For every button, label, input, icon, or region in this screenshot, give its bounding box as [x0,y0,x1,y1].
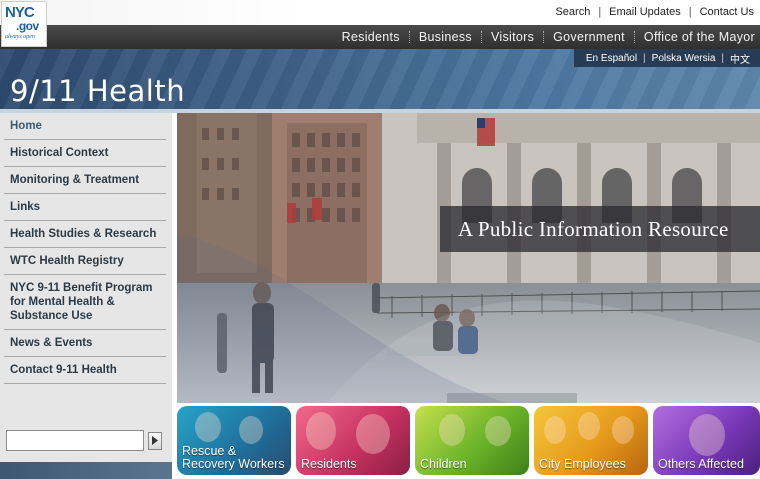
search-input[interactable] [6,430,144,451]
email-updates-link[interactable]: Email Updates [609,6,681,18]
search-go-button[interactable] [148,431,162,450]
sidebar-footer-bar [0,462,172,479]
nav-residents[interactable]: Residents [342,30,400,44]
hero-street-scene [177,113,760,403]
nav-office-of-the-mayor[interactable]: Office of the Mayor [644,30,755,44]
sidebar-item-news-events: News & Events [4,330,166,357]
utility-links: Search | Email Updates | Contact Us [555,6,754,18]
nav-divider [480,31,482,43]
logo-text-gov: .gov [16,19,39,33]
logo-tagline: always open [5,34,35,40]
contact-us-link[interactable]: Contact Us [700,6,754,18]
lang-chinese-link[interactable]: 中文 [730,51,750,66]
tile-rescue-recovery-workers[interactable]: Rescue & Recovery Workers [177,406,291,475]
nav-government[interactable]: Government [553,30,625,44]
site-search [6,430,162,451]
audience-tiles: Rescue & Recovery Workers Residents Chil… [177,406,760,479]
sidebar-item-wtc-registry: WTC Health Registry [4,248,166,275]
tile-label: Children [420,457,467,471]
nav-business[interactable]: Business [419,30,472,44]
tile-photo-figure [612,416,634,444]
page-title: 9/11 Health [10,74,186,108]
page-banner: En Español | Polska Wersia | 中文 9/11 Hea… [0,49,760,109]
nyc-gov-logo[interactable]: NYC .gov always open [1,1,47,47]
lang-spanish-link[interactable]: En Español [586,53,637,64]
sidebar-link-links[interactable]: Links [4,194,166,220]
tile-photo-figure [356,414,390,454]
tile-label: City Employees [539,457,626,471]
sidebar-link-historical-context[interactable]: Historical Context [4,140,166,166]
sidebar-item-home: Home [4,113,166,140]
sidebar-link-monitoring-treatment[interactable]: Monitoring & Treatment [4,167,166,193]
sidebar-item-benefit-program: NYC 9-11 Benefit Program for Mental Heal… [4,275,166,330]
hero-caption: A Public Information Resource [458,216,729,241]
separator: | [721,52,724,64]
tile-photo-figure [439,414,465,446]
nav-divider [633,31,635,43]
tile-label: Others Affected [658,457,744,471]
tile-photo-figure [578,412,600,440]
separator: | [643,52,646,64]
sidebar-link-benefit-program[interactable]: NYC 9-11 Benefit Program for Mental Heal… [4,275,166,329]
sidebar-item-contact: Contact 9-11 Health [4,357,166,384]
sidebar-link-contact[interactable]: Contact 9-11 Health [4,357,166,383]
tile-photo-figure [239,416,263,444]
tile-children[interactable]: Children [415,406,529,475]
arrow-right-icon [152,436,158,445]
sidebar-menu: Home Historical Context Monitoring & Tre… [0,113,172,384]
nav-divider [408,31,410,43]
tile-photo-figure [689,414,725,456]
sidebar-link-home[interactable]: Home [4,113,166,139]
lang-polish-link[interactable]: Polska Wersia [652,53,716,64]
hero-image: A Public Information Resource [177,113,760,403]
search-link[interactable]: Search [555,6,590,18]
tile-label: Residents [301,457,357,471]
sidebar-link-health-studies[interactable]: Health Studies & Research [4,221,166,247]
separator: | [688,6,692,18]
sidebar-item-links: Links [4,194,166,221]
top-utility-bar: NYC .gov always open Search | Email Upda… [0,0,760,47]
main-nav: Residents Business Visitors Government O… [0,25,760,49]
hero-caption-box: A Public Information Resource [440,206,760,252]
sidebar-item-historical-context: Historical Context [4,140,166,167]
tile-photo-figure [485,416,511,446]
sidebar-link-news-events[interactable]: News & Events [4,330,166,356]
language-links: En Español | Polska Wersia | 中文 [573,49,760,67]
tile-city-employees[interactable]: City Employees [534,406,648,475]
sidebar-link-wtc-registry[interactable]: WTC Health Registry [4,248,166,274]
nav-visitors[interactable]: Visitors [491,30,534,44]
nav-divider [543,31,545,43]
sidebar: Home Historical Context Monitoring & Tre… [0,113,172,479]
tile-others-affected[interactable]: Others Affected [653,406,760,475]
tile-photo-figure [195,412,221,442]
sidebar-item-health-studies: Health Studies & Research [4,221,166,248]
sidebar-item-monitoring-treatment: Monitoring & Treatment [4,167,166,194]
tile-residents[interactable]: Residents [296,406,410,475]
tile-photo-figure [306,412,336,450]
separator: | [598,6,602,18]
tile-label: Rescue & Recovery Workers [182,444,285,471]
tile-photo-figure [544,416,566,444]
